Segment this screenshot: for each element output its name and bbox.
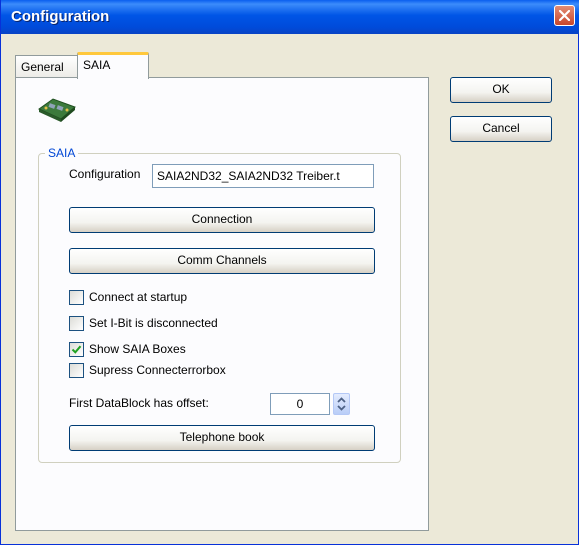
- show-saia-boxes-label: Show SAIA Boxes: [89, 342, 186, 356]
- saia-device-icon: [38, 98, 76, 122]
- connection-button[interactable]: Connection: [69, 207, 375, 233]
- supress-connecterrorbox-label: Supress Connecterrorbox: [89, 363, 226, 377]
- tab-saia-label: SAIA: [83, 58, 111, 72]
- set-ibit-checkbox[interactable]: [69, 316, 84, 331]
- saia-groupbox: [38, 153, 401, 463]
- check-mark-icon: [71, 345, 82, 354]
- tab-general[interactable]: General: [15, 55, 79, 78]
- show-saia-boxes-checkbox[interactable]: [69, 342, 84, 357]
- configuration-dialog: Configuration General SAIA SAIA Configur…: [0, 0, 579, 545]
- configuration-label: Configuration: [69, 167, 141, 181]
- offset-spin-button[interactable]: [333, 393, 350, 415]
- connect-at-startup-checkbox[interactable]: [69, 290, 84, 305]
- comm-channels-button[interactable]: Comm Channels: [69, 248, 375, 274]
- offset-input[interactable]: 0: [270, 393, 330, 415]
- cancel-button[interactable]: Cancel: [450, 116, 552, 142]
- close-icon: [559, 10, 570, 21]
- window-title: Configuration: [11, 8, 110, 25]
- spin-arrows-icon: [337, 397, 346, 411]
- supress-connecterrorbox-checkbox[interactable]: [69, 363, 84, 378]
- groupbox-title: SAIA: [45, 146, 79, 160]
- set-ibit-label: Set I-Bit is disconnected: [89, 316, 218, 330]
- telephone-book-button[interactable]: Telephone book: [69, 425, 375, 451]
- configuration-field[interactable]: SAIA2ND32_SAIA2ND32 Treiber.t: [152, 164, 374, 188]
- tab-saia[interactable]: SAIA: [77, 52, 149, 79]
- connect-at-startup-label: Connect at startup: [89, 290, 188, 304]
- close-button[interactable]: [554, 5, 575, 26]
- tab-general-label: General: [21, 60, 64, 74]
- offset-label: First DataBlock has offset:: [69, 396, 209, 410]
- ok-button[interactable]: OK: [450, 77, 552, 103]
- title-bar[interactable]: Configuration: [1, 0, 579, 34]
